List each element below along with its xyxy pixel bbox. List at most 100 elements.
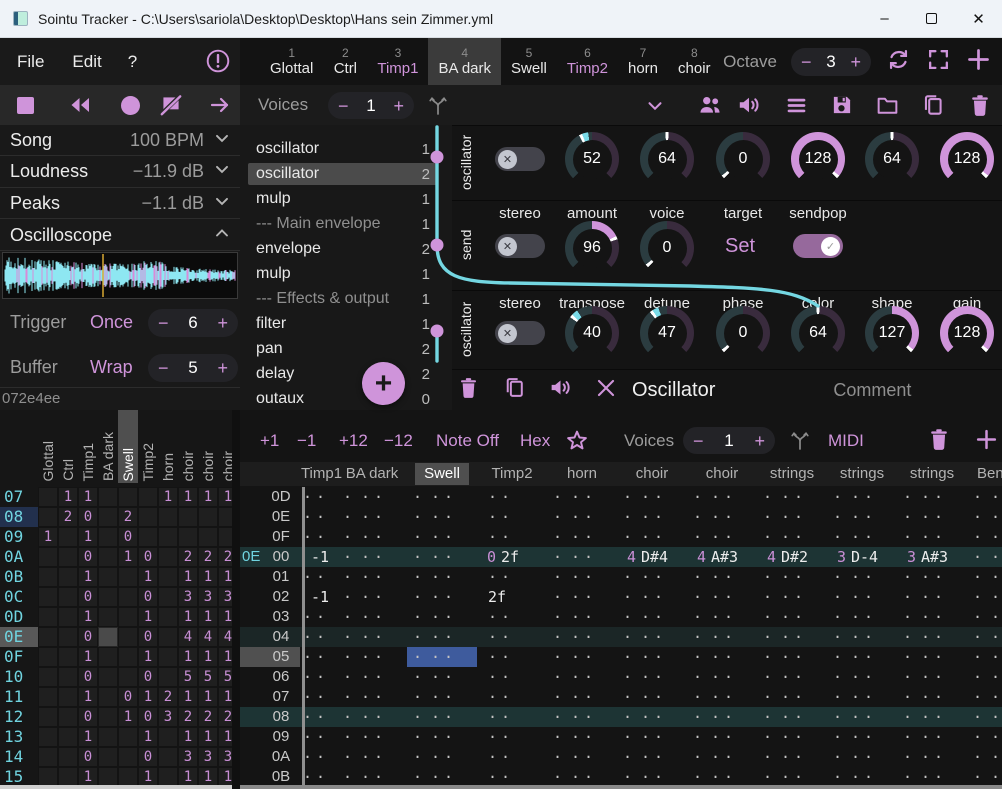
note-cell[interactable]: ··· (337, 667, 407, 687)
order-cell[interactable]: 4 (218, 627, 232, 647)
order-cell[interactable]: 1 (138, 567, 158, 587)
order-cell[interactable] (58, 587, 78, 607)
note-cell[interactable]: ··· (547, 747, 617, 767)
note-cell[interactable]: ··· (407, 607, 477, 627)
note-cell[interactable]: ··· (407, 767, 477, 787)
note-cell[interactable]: ··· (827, 587, 897, 607)
order-cell[interactable] (118, 587, 138, 607)
note-cell[interactable]: ··· (407, 687, 477, 707)
note-cell[interactable]: ·· (306, 667, 337, 687)
chevron-up-icon[interactable] (212, 223, 234, 248)
order-cell[interactable]: 1 (218, 727, 232, 747)
order-cell[interactable] (138, 507, 158, 527)
note-cell[interactable]: ··· (897, 607, 967, 627)
star-icon[interactable] (564, 428, 590, 459)
delete-unit-icon[interactable] (456, 375, 481, 405)
track-tab-choir[interactable]: 8choir (668, 38, 721, 85)
note-cell[interactable]: ··· (757, 607, 827, 627)
note-cell[interactable]: ··· (687, 747, 757, 767)
disable-unit-icon[interactable] (594, 376, 618, 405)
order-cell[interactable]: 1 (118, 547, 138, 567)
order-cell[interactable] (98, 747, 118, 767)
order-cell[interactable] (158, 567, 178, 587)
order-cell[interactable] (98, 707, 118, 727)
unit-item[interactable]: mulp1 (248, 263, 438, 285)
knob[interactable]: 0 (640, 221, 694, 275)
note-cell[interactable]: ··· (617, 507, 687, 527)
note-cell[interactable]: ··· (547, 547, 617, 567)
note-cell[interactable]: ··· (967, 587, 1002, 607)
note-cell[interactable]: ··· (687, 727, 757, 747)
note-cell[interactable]: -1 (306, 547, 337, 567)
note-cell[interactable]: ··· (897, 487, 967, 507)
users-icon[interactable] (697, 92, 723, 123)
order-cell[interactable] (58, 667, 78, 687)
note-cell[interactable]: ··· (897, 707, 967, 727)
note-cell[interactable]: ·· (477, 667, 547, 687)
unit-item[interactable]: outaux0 (248, 388, 438, 410)
order-cell[interactable] (58, 567, 78, 587)
order-row-number[interactable]: 0D (0, 607, 38, 627)
note-cell[interactable]: ··· (337, 647, 407, 667)
note-cell[interactable]: ·· (477, 767, 547, 787)
order-cell[interactable] (118, 607, 138, 627)
order-cell[interactable]: 1 (198, 767, 218, 787)
note-hscrollbar[interactable] (240, 785, 1002, 789)
order-cell[interactable] (118, 667, 138, 687)
note-cell[interactable]: ·· (306, 687, 337, 707)
order-cell[interactable] (98, 567, 118, 587)
note-voices-stepper[interactable]: − 1 + (683, 427, 775, 454)
order-cell[interactable] (98, 667, 118, 687)
note-cell[interactable]: ··· (967, 647, 1002, 667)
order-cell[interactable] (138, 487, 158, 507)
note-cell[interactable]: ··· (827, 647, 897, 667)
note-cell[interactable]: ··· (897, 727, 967, 747)
note-cell[interactable]: ··· (827, 567, 897, 587)
note-cell[interactable]: ··· (547, 727, 617, 747)
voices-minus-button[interactable]: − (338, 97, 349, 115)
note-cell[interactable]: 02f (477, 547, 547, 567)
note-cell[interactable]: ··· (757, 707, 827, 727)
note-cell[interactable]: ·· (477, 627, 547, 647)
note-cell[interactable]: ·· (306, 527, 337, 547)
order-cell[interactable]: 1 (58, 487, 78, 507)
order-cell[interactable] (118, 747, 138, 767)
order-row-number[interactable]: 08 (0, 507, 38, 527)
order-cell[interactable] (38, 607, 58, 627)
panel-row-peaks[interactable]: Peaks−1.1 dB (0, 188, 240, 219)
order-cell[interactable]: 3 (218, 747, 232, 767)
note-cell[interactable]: ··· (407, 727, 477, 747)
note-cell[interactable]: ··· (337, 707, 407, 727)
order-cell[interactable] (198, 507, 218, 527)
note-cell[interactable]: ··· (337, 747, 407, 767)
note-cell[interactable]: ··· (757, 667, 827, 687)
order-cell[interactable] (158, 627, 178, 647)
order-cell[interactable]: 0 (118, 687, 138, 707)
copy-icon[interactable] (920, 92, 946, 123)
order-column-header-choir[interactable]: choir (178, 410, 198, 483)
note-cell[interactable]: ·· (306, 767, 337, 787)
note-cell[interactable]: ··· (337, 527, 407, 547)
order-cell[interactable] (98, 507, 118, 527)
note-cell[interactable]: ··· (547, 607, 617, 627)
stop-icon[interactable] (17, 97, 34, 114)
note-cell[interactable]: ··· (687, 507, 757, 527)
order-cell[interactable]: 0 (138, 747, 158, 767)
note-cell[interactable]: ··· (617, 727, 687, 747)
buffer-stepper[interactable]: − 5 + (148, 354, 238, 382)
note-cell[interactable]: ·· (306, 567, 337, 587)
note-track-header-strings[interactable]: strings (757, 463, 827, 485)
note-cell[interactable]: ··· (897, 667, 967, 687)
order-cell[interactable]: 1 (178, 767, 198, 787)
alert-icon[interactable] (205, 48, 231, 74)
split-voices-icon[interactable] (426, 93, 450, 122)
note-cell[interactable]: ··· (827, 487, 897, 507)
order-cell[interactable]: 1 (78, 727, 98, 747)
note-cell[interactable]: ··· (337, 607, 407, 627)
note-cell[interactable]: ··· (337, 687, 407, 707)
speaker-icon[interactable] (736, 92, 762, 123)
note-cell[interactable]: ··· (407, 527, 477, 547)
note-cell[interactable]: ··· (967, 687, 1002, 707)
order-cell[interactable]: 1 (138, 727, 158, 747)
knob[interactable]: 64 (865, 132, 919, 186)
